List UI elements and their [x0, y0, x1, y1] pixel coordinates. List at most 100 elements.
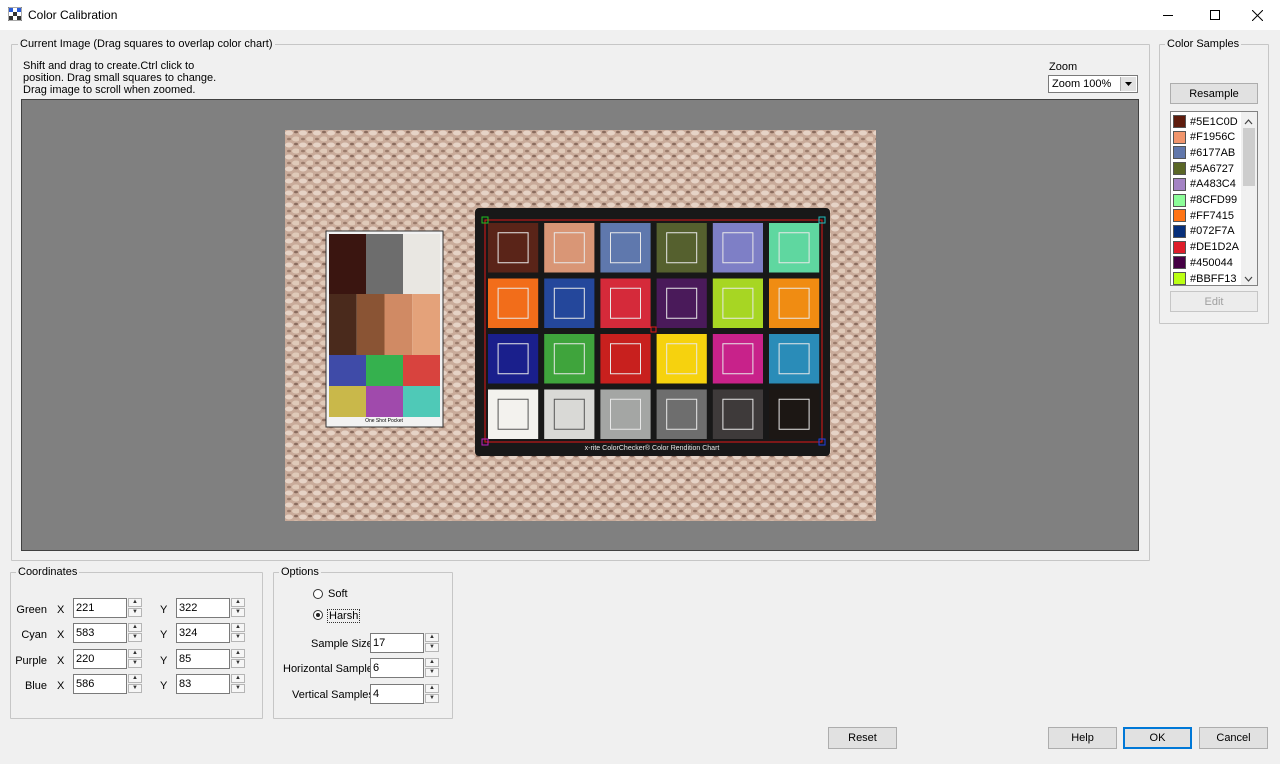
instruction-line-3: Drag image to scroll when zoomed. [23, 84, 196, 96]
resample-button[interactable]: Resample [1170, 83, 1258, 104]
scroll-up-icon[interactable] [1244, 116, 1253, 128]
checker-patch [488, 389, 539, 439]
coord-purple-x-spinner[interactable]: ▲ ▼ [128, 649, 144, 669]
coord-blue-y-field[interactable] [176, 674, 230, 694]
checker-patch [712, 223, 763, 273]
checker-patch [544, 334, 595, 384]
coord-cyan-y-spinner[interactable]: ▲ ▼ [231, 623, 247, 643]
soft-label[interactable]: Soft [328, 588, 348, 600]
vertical-samples-label: Vertical Samples [292, 689, 374, 701]
color-sample-item[interactable]: #450044 [1173, 255, 1233, 270]
color-sample-item[interactable]: #072F7A [1173, 224, 1235, 239]
maximize-icon [1210, 10, 1220, 20]
color-sample-item[interactable]: #5A6727 [1173, 161, 1234, 176]
color-swatch [1173, 115, 1186, 128]
coord-blue-x-spinner[interactable]: ▲ ▼ [128, 674, 144, 694]
color-sample-item[interactable]: #BBFF13 [1173, 271, 1237, 285]
coord-green-x-spinner[interactable]: ▲ ▼ [128, 598, 144, 618]
mini-chart-patch [356, 294, 385, 355]
coord-cyan-x-field[interactable] [73, 623, 127, 643]
checker-patch [488, 223, 539, 273]
color-samples-legend: Color Samples [1165, 38, 1242, 50]
color-sample-item[interactable]: #DE1D2A [1173, 240, 1239, 255]
coord-green-x-field[interactable] [73, 598, 127, 618]
close-button[interactable] [1234, 0, 1280, 30]
checker-patch [544, 223, 595, 273]
coord-cyan-label: Cyan [21, 629, 47, 641]
checker-patch [712, 389, 763, 439]
color-swatch [1173, 272, 1186, 285]
coord-purple-label: Purple [15, 655, 47, 667]
color-sample-hex: #450044 [1190, 256, 1233, 269]
ok-button[interactable]: OK [1123, 727, 1192, 749]
minimize-button[interactable] [1145, 0, 1191, 30]
cancel-button[interactable]: Cancel [1199, 727, 1268, 749]
help-button[interactable]: Help [1048, 727, 1117, 749]
sample-size-field[interactable] [370, 633, 424, 653]
vertical-samples-spinner[interactable]: ▲ ▼ [425, 684, 441, 704]
checker-patch [600, 389, 651, 439]
horizontal-samples-spinner[interactable]: ▲ ▼ [425, 658, 441, 678]
color-sample-item[interactable]: #5E1C0D [1173, 114, 1238, 129]
coord-y-label: Y [160, 629, 168, 641]
checker-patch [656, 334, 707, 384]
checker-patch [769, 389, 820, 439]
sample-list-scroll-thumb[interactable] [1243, 128, 1255, 186]
coord-blue-x-field[interactable] [73, 674, 127, 694]
color-swatch [1173, 240, 1186, 254]
zoom-dropdown-button[interactable] [1120, 77, 1136, 91]
mini-chart-patch [403, 355, 440, 386]
coord-y-label: Y [160, 604, 168, 616]
edit-button[interactable]: Edit [1170, 291, 1258, 312]
coord-x-label: X [57, 629, 65, 641]
options-legend: Options [279, 566, 321, 578]
vertical-samples-field[interactable] [370, 684, 424, 704]
checker-patch [712, 278, 763, 328]
mini-chart-patch [403, 386, 440, 417]
zoom-label: Zoom [1049, 61, 1078, 73]
color-sample-item[interactable]: #A483C4 [1173, 177, 1236, 192]
color-sample-hex: #072F7A [1190, 225, 1235, 238]
harsh-radio[interactable] [313, 610, 323, 620]
color-sample-item[interactable]: #FF7415 [1173, 208, 1234, 223]
color-swatch [1173, 177, 1186, 191]
coord-purple-y-spinner[interactable]: ▲ ▼ [231, 649, 247, 669]
color-sample-hex: #DE1D2A [1190, 241, 1239, 254]
checker-patch [656, 223, 707, 273]
color-sample-hex: #8CFD99 [1190, 194, 1238, 206]
color-swatch [1173, 224, 1186, 238]
coord-purple-y-field[interactable] [176, 649, 230, 669]
color-sample-item[interactable]: #8CFD99 [1173, 193, 1237, 208]
window-title: Color Calibration [28, 8, 118, 22]
coord-cyan-y-field[interactable] [176, 623, 230, 643]
instruction-line-2: position. Drag small squares to change. [23, 72, 217, 84]
mini-chart-patch [329, 294, 357, 355]
color-sample-hex: #A483C4 [1190, 178, 1236, 191]
checker-patch [600, 334, 651, 384]
calibration-photo[interactable]: One Shot Pocket x-rite ColorChecker® Col… [285, 130, 876, 521]
maximize-button[interactable] [1192, 0, 1238, 30]
harsh-label[interactable]: Harsh [327, 609, 361, 623]
color-sample-item[interactable]: #6177AB [1173, 145, 1235, 160]
reset-button[interactable]: Reset [828, 727, 897, 749]
mini-chart-patch [384, 294, 413, 355]
mini-chart-patch [329, 355, 366, 386]
coord-cyan-x-spinner[interactable]: ▲ ▼ [128, 623, 144, 643]
color-sample-hex: #5A6727 [1190, 162, 1235, 175]
zoom-select[interactable]: Zoom 100% [1048, 75, 1138, 93]
coord-green-y-spinner[interactable]: ▲ ▼ [231, 598, 247, 618]
scroll-down-icon[interactable] [1244, 273, 1253, 285]
checker-patch [600, 278, 651, 328]
horizontal-samples-field[interactable] [370, 658, 424, 678]
coord-green-y-field[interactable] [176, 598, 230, 618]
color-swatch [1173, 256, 1186, 270]
color-sample-item[interactable]: #F1956C [1173, 130, 1235, 145]
sample-size-spinner[interactable]: ▲ ▼ [425, 633, 441, 653]
soft-radio[interactable] [313, 589, 323, 599]
coord-x-label: X [57, 680, 65, 692]
color-swatch [1173, 209, 1186, 223]
coord-blue-y-spinner[interactable]: ▲ ▼ [231, 674, 247, 694]
coord-purple-x-field[interactable] [73, 649, 127, 669]
close-icon [1251, 9, 1263, 21]
color-sample-hex: #BBFF13 [1190, 272, 1237, 285]
